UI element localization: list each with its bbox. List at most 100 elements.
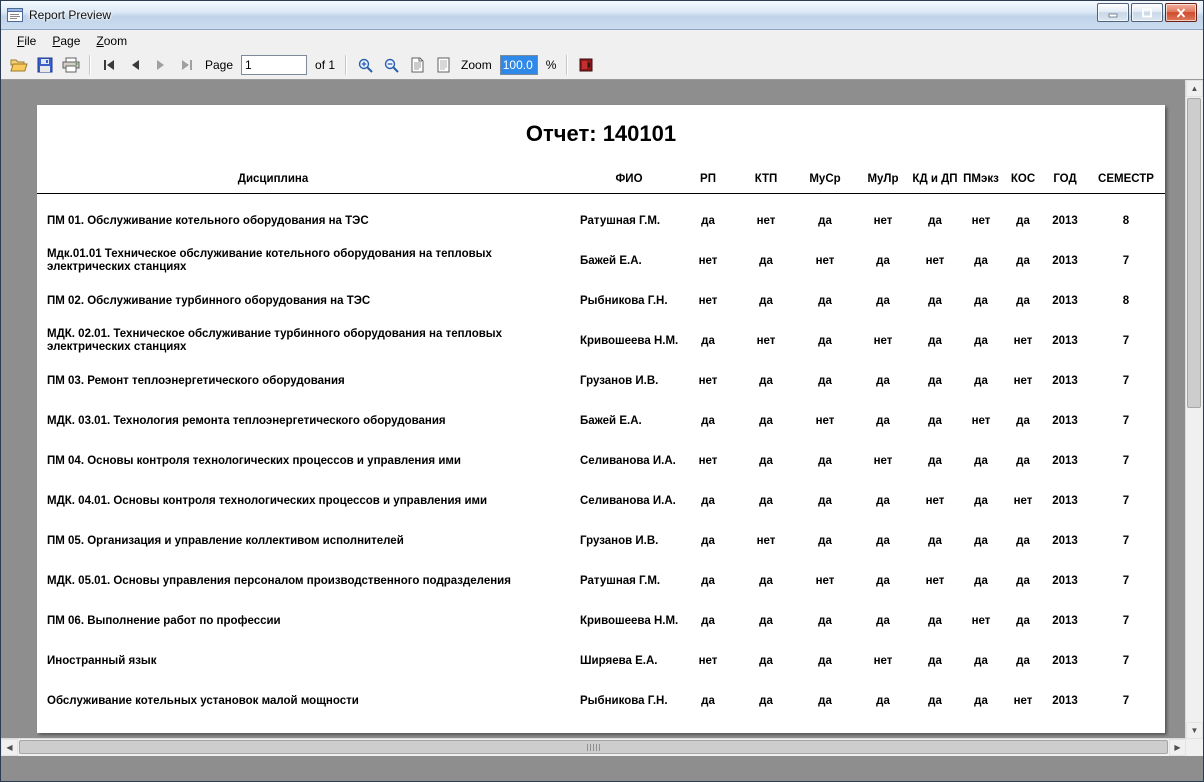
discipline-cell: ПМ 04. Основы контроля технологических п… [47, 454, 461, 467]
menu-page[interactable]: Page [44, 32, 88, 50]
value-cell: нет [873, 334, 893, 347]
next-page-button[interactable] [149, 54, 173, 76]
discipline-cell: МДК. 04.01. Основы контроля технологичес… [47, 494, 488, 507]
value-cell: нет [873, 214, 893, 227]
value-cell: да [701, 614, 715, 627]
horizontal-scrollbar[interactable]: ◀ ▶ [1, 738, 1186, 756]
year-cell: 2013 [1052, 534, 1078, 547]
semester-cell: 8 [1122, 294, 1130, 307]
semester-cell: 7 [1122, 654, 1130, 667]
scroll-up-button[interactable]: ▲ [1186, 80, 1203, 97]
title-bar: Report Preview [1, 1, 1203, 30]
menu-file[interactable]: File [9, 32, 44, 50]
fio-cell: Кривошеева Н.М. [580, 334, 679, 347]
table-row: ПМ 02. Обслуживание турбинного оборудова… [37, 281, 1165, 321]
vertical-scrollbar-thumb[interactable] [1187, 98, 1201, 408]
window-controls [1097, 0, 1197, 31]
print-icon [62, 57, 80, 73]
save-button[interactable] [33, 54, 57, 76]
value-cell: да [974, 374, 988, 387]
page-count-label: of 1 [315, 58, 336, 72]
scrollbar-corner [1186, 739, 1203, 756]
value-cell: да [876, 574, 890, 587]
column-header-kdidp: КД и ДП [912, 173, 958, 185]
value-cell: нет [756, 214, 776, 227]
print-button[interactable] [59, 54, 83, 76]
column-header-semestr: СЕМЕСТР [1098, 173, 1154, 185]
table-row: Обслуживание котельных установок малой м… [37, 681, 1165, 721]
document-button[interactable] [431, 54, 455, 76]
scroll-down-button[interactable]: ▼ [1186, 722, 1203, 739]
value-cell: нет [1013, 494, 1033, 507]
value-cell: да [928, 334, 942, 347]
value-cell: да [759, 494, 773, 507]
zoom-in-button[interactable] [353, 54, 377, 76]
report-page: Отчет: 140101 Дисциплина ФИО РП КТП МуСр… [37, 105, 1165, 733]
value-cell: да [974, 574, 988, 587]
value-cell: да [759, 654, 773, 667]
next-page-icon [157, 60, 164, 70]
close-button[interactable] [1165, 3, 1197, 22]
last-page-button[interactable] [175, 54, 199, 76]
value-cell: да [701, 414, 715, 427]
fio-cell: Рыбникова Г.Н. [580, 694, 668, 707]
last-page-icon [182, 60, 192, 70]
value-cell: нет [1013, 334, 1033, 347]
value-cell: да [759, 454, 773, 467]
close-icon [1176, 7, 1186, 18]
toolbar-separator [89, 55, 91, 75]
first-page-button[interactable] [97, 54, 121, 76]
menu-zoom-key: Z [96, 33, 104, 48]
value-cell: да [928, 294, 942, 307]
column-header-ktp: КТП [754, 173, 778, 185]
page-number-input[interactable] [241, 55, 308, 75]
value-cell: да [759, 254, 773, 267]
value-cell: да [974, 454, 988, 467]
value-cell: да [1016, 254, 1030, 267]
scroll-right-button[interactable]: ▶ [1169, 739, 1186, 756]
column-header-kos: КОС [1010, 173, 1036, 185]
value-cell: да [1016, 574, 1030, 587]
value-cell: да [1016, 414, 1030, 427]
zoom-value-input[interactable] [499, 55, 538, 75]
fio-cell: Ратушная Г.М. [580, 214, 661, 227]
value-cell: да [818, 334, 832, 347]
value-cell: да [701, 534, 715, 547]
value-cell: да [759, 694, 773, 707]
year-cell: 2013 [1052, 254, 1078, 267]
value-cell: да [928, 454, 942, 467]
value-cell: нет [756, 334, 776, 347]
discipline-cell: МДК. 03.01. Технология ремонта теплоэнер… [47, 414, 446, 427]
semester-cell: 7 [1122, 614, 1130, 627]
scrollbar-grip [587, 743, 600, 751]
open-button[interactable] [7, 54, 31, 76]
value-cell: да [759, 614, 773, 627]
year-cell: 2013 [1052, 694, 1078, 707]
minimize-button[interactable] [1097, 3, 1129, 22]
table-row: ПМ 05. Организация и управление коллекти… [37, 521, 1165, 561]
zoom-label: Zoom [461, 58, 492, 72]
page-setup-button[interactable] [405, 54, 429, 76]
vertical-scrollbar[interactable]: ▲ ▼ [1185, 80, 1203, 739]
horizontal-scrollbar-thumb[interactable] [19, 740, 1168, 754]
value-cell: да [818, 654, 832, 667]
discipline-cell: Иностранный язык [47, 654, 157, 667]
value-cell: нет [698, 294, 718, 307]
value-cell: нет [971, 214, 991, 227]
value-cell: нет [925, 574, 945, 587]
zoom-out-button[interactable] [379, 54, 403, 76]
prev-page-button[interactable] [123, 54, 147, 76]
table-row: ПМ 03. Ремонт теплоэнергетического обору… [37, 361, 1165, 401]
maximize-button[interactable] [1131, 3, 1163, 22]
close-preview-button[interactable] [574, 54, 598, 76]
menu-zoom[interactable]: Zoom [88, 32, 135, 50]
scroll-left-button[interactable]: ◀ [1, 739, 18, 756]
report-preview-window: Report Preview File Page Zoom Page 1 of … [0, 0, 1204, 782]
discipline-cell: ПМ 01. Обслуживание котельного оборудова… [47, 214, 369, 227]
menu-file-rest: ile [24, 33, 37, 48]
value-cell: нет [873, 454, 893, 467]
table-row: ПМ 06. Выполнение работ по профессии Крив… [37, 601, 1165, 641]
value-cell: да [928, 614, 942, 627]
semester-cell: 7 [1122, 414, 1130, 427]
year-cell: 2013 [1052, 494, 1078, 507]
